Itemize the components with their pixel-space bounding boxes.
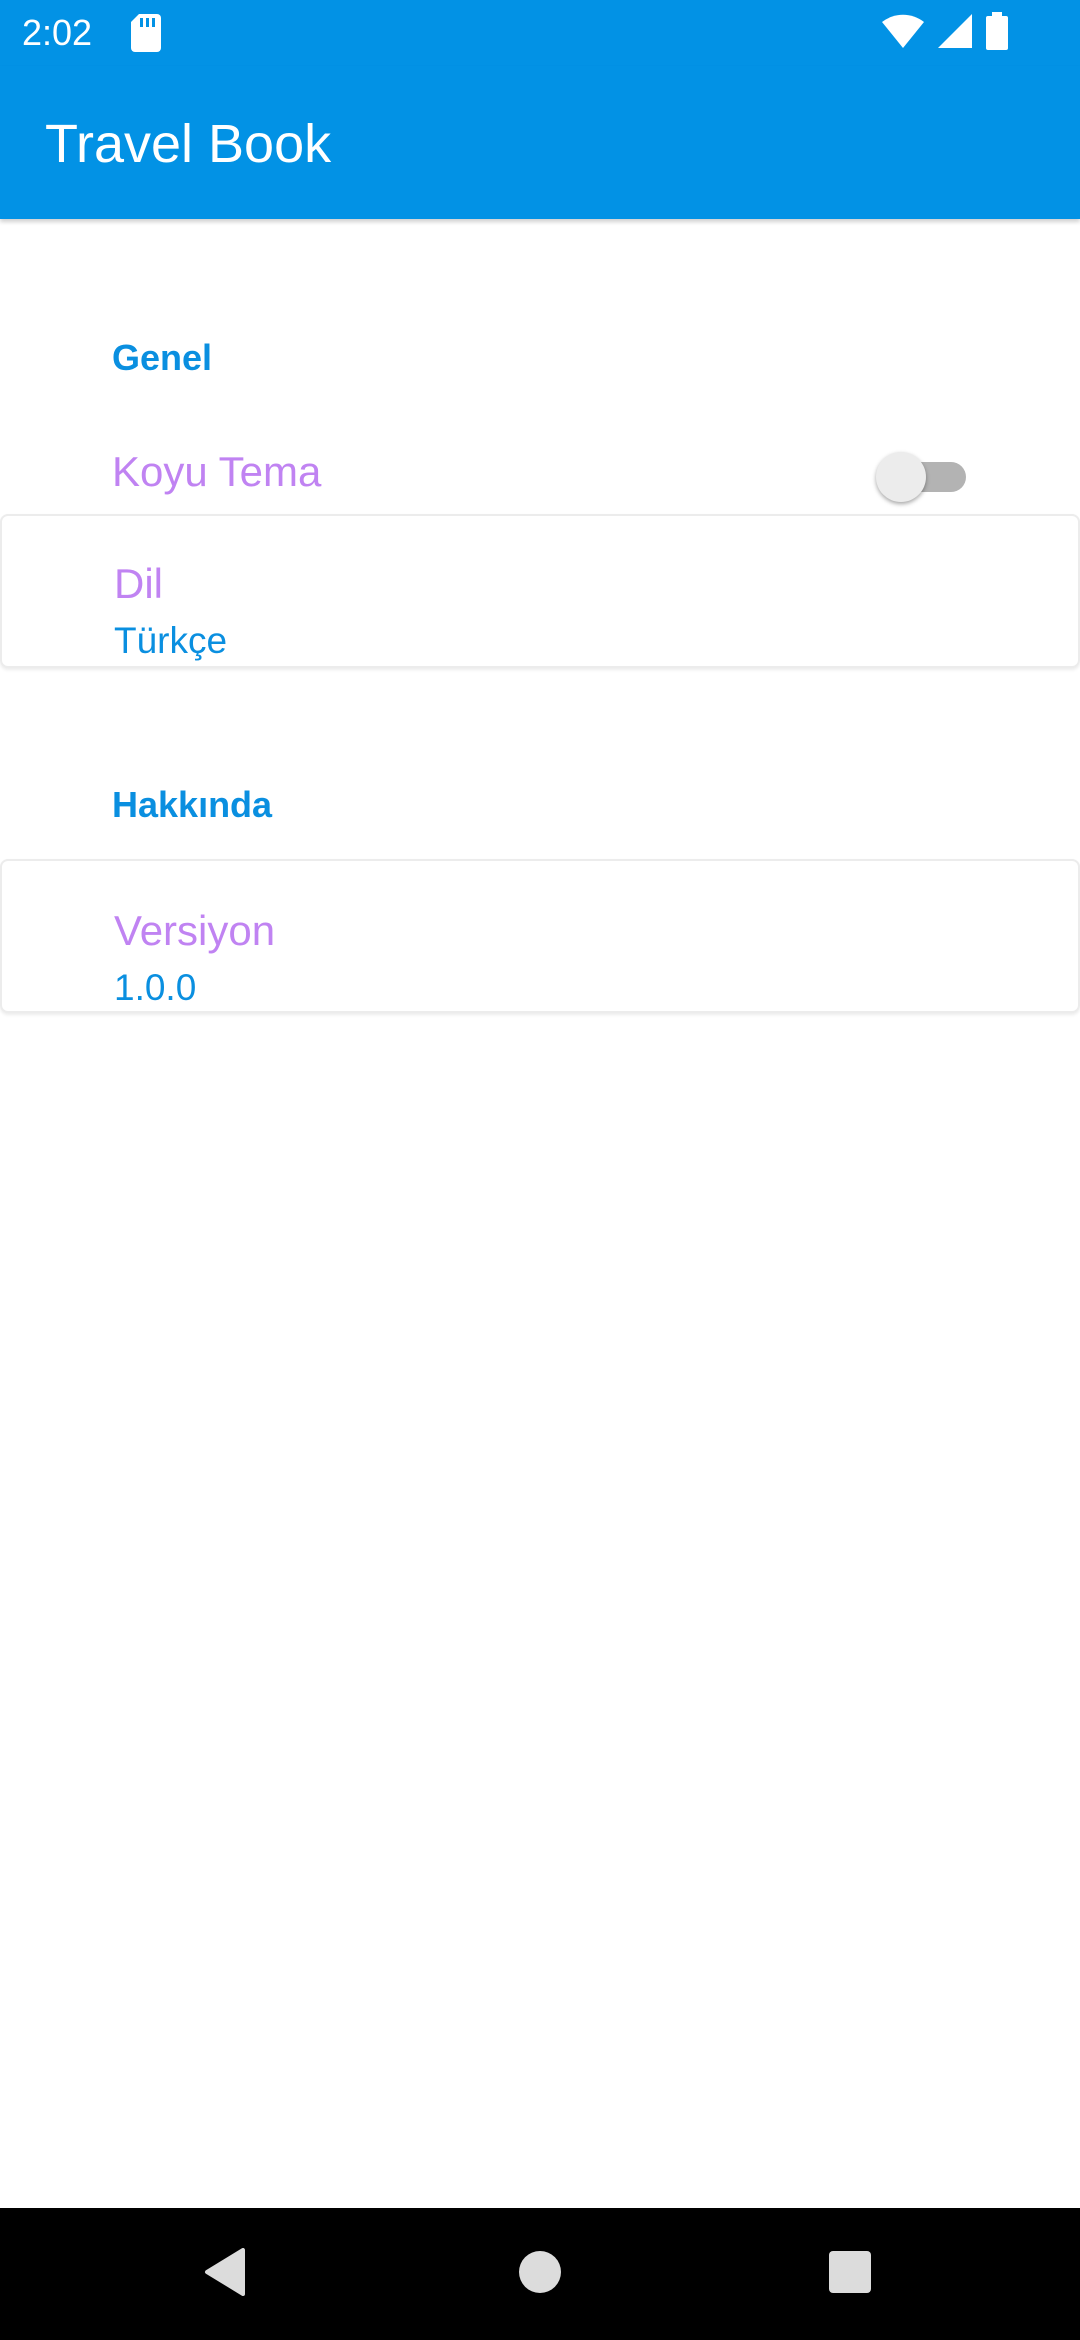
- sd-card-icon: [131, 14, 161, 52]
- status-icons: [882, 11, 1008, 55]
- version-preference[interactable]: Versiyon 1.0.0: [0, 859, 1080, 1013]
- dark-theme-preference[interactable]: Koyu Tema: [0, 430, 1080, 514]
- home-button[interactable]: [480, 2208, 600, 2340]
- back-button[interactable]: [165, 2208, 285, 2340]
- status-bar: 2:02: [0, 0, 1080, 66]
- dark-theme-title: Koyu Tema: [112, 448, 322, 495]
- back-icon: [203, 2247, 247, 2301]
- navigation-bar: [0, 2208, 1080, 2340]
- home-icon: [518, 2250, 562, 2299]
- language-preference[interactable]: Dil Türkçe: [0, 514, 1080, 668]
- status-time: 2:02: [22, 12, 93, 53]
- cell-signal-icon: [938, 13, 972, 53]
- language-summary: Türkçe: [114, 620, 228, 661]
- language-title: Dil: [114, 560, 163, 607]
- section-header-about: Hakkında: [112, 784, 273, 825]
- dark-theme-switch[interactable]: [876, 446, 970, 506]
- wifi-icon: [882, 14, 924, 53]
- battery-icon: [986, 11, 1008, 55]
- app-bar: Travel Book: [0, 66, 1080, 219]
- recents-icon: [828, 2250, 872, 2299]
- recents-button[interactable]: [790, 2208, 910, 2340]
- version-summary: 1.0.0: [114, 967, 197, 1008]
- section-header-general: Genel: [112, 337, 213, 378]
- version-title: Versiyon: [114, 907, 276, 954]
- app-title: Travel Book: [45, 114, 332, 174]
- switch-thumb: [876, 452, 926, 502]
- settings-screen: 2:02 Travel Book Genel Koyu Tema Dil Tür…: [0, 0, 1080, 2340]
